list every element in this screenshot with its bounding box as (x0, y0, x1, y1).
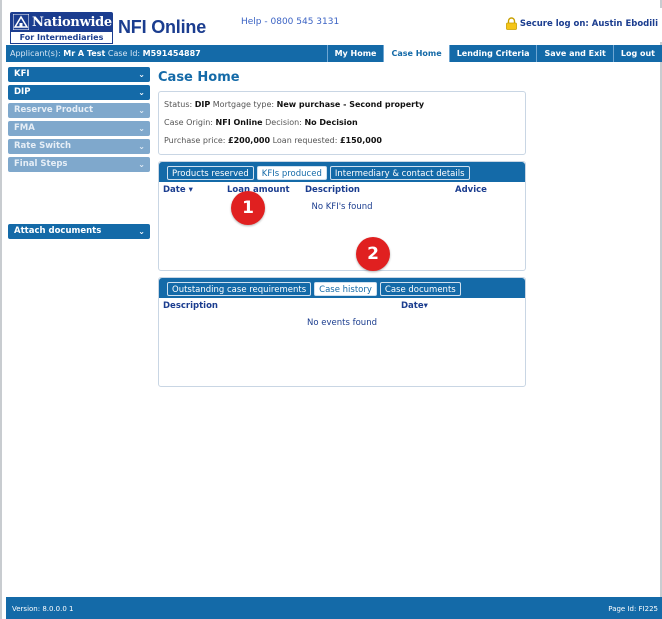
sidebar-item-label: DIP (14, 87, 31, 97)
kfi-panel: Products reserved KFIs produced Intermed… (158, 161, 526, 271)
sidebar-item-dip[interactable]: DIP ⌄ (8, 85, 150, 100)
sidebar-item-label: Final Steps (14, 159, 68, 169)
column-date[interactable]: Date▾ (401, 301, 428, 311)
annotation-marker-1: 1 (231, 191, 265, 225)
sidebar-item-label: KFI (14, 69, 30, 79)
purchase-price-value: £200,000 (228, 136, 271, 145)
nationwide-logo[interactable]: Nationwide For Intermediaries (10, 12, 113, 46)
lock-icon (505, 17, 517, 30)
tab-intermediary-contact-details[interactable]: Intermediary & contact details (329, 166, 470, 180)
status-label: Status: (164, 100, 193, 109)
chevron-down-icon: ⌄ (138, 160, 145, 169)
sidebar-item-label: FMA (14, 123, 35, 133)
mortgage-type-label: Mortgage type: (212, 100, 275, 109)
annotation-marker-2: 2 (356, 237, 390, 271)
tab-products-reserved[interactable]: Products reserved (167, 166, 254, 180)
logo-subtitle: For Intermediaries (10, 32, 113, 44)
version-text: Version: 8.0.0.0 1 (12, 605, 74, 613)
sidebar-item-label: Reserve Product (14, 105, 94, 115)
secure-logon-text: Secure log on: Austin Ebodili (519, 18, 658, 29)
nav-log-out[interactable]: Log out (612, 45, 662, 62)
column-advice[interactable]: Advice (455, 185, 487, 195)
page-title: Case Home (158, 70, 240, 85)
sidebar-item-fma[interactable]: FMA ⌄ (8, 121, 150, 136)
tab-case-history[interactable]: Case history (314, 282, 377, 296)
case-history-panel-tabs: Outstanding case requirements Case histo… (159, 278, 525, 298)
nationwide-house-icon (13, 14, 29, 30)
sidebar: KFI ⌄ DIP ⌄ Reserve Product ⌄ FMA ⌄ Rate… (8, 67, 150, 239)
nav-my-home[interactable]: My Home (326, 45, 384, 62)
chevron-down-icon: ⌄ (138, 227, 145, 236)
sidebar-item-kfi[interactable]: KFI ⌄ (8, 67, 150, 82)
applicant-value: Mr A Test (63, 49, 106, 58)
page-id-text: Page Id: FI225 (608, 605, 658, 613)
loan-requested-label: Loan requested: (272, 136, 338, 145)
header: Nationwide For Intermediaries NFI Online… (6, 8, 662, 44)
column-description[interactable]: Description (305, 185, 360, 195)
tab-case-documents[interactable]: Case documents (379, 282, 461, 296)
case-id-label: Case Id: (107, 49, 141, 58)
case-summary: Status: DIP Mortgage type: New purchase … (158, 91, 526, 155)
sidebar-item-reserve-product[interactable]: Reserve Product ⌄ (8, 103, 150, 118)
status-value: DIP (194, 100, 211, 109)
nav-lending-criteria[interactable]: Lending Criteria (448, 45, 537, 62)
top-navbar: Applicant(s): Mr A Test Case Id: M591454… (6, 45, 662, 62)
sidebar-item-final-steps[interactable]: Final Steps ⌄ (8, 157, 150, 172)
decision-value: No Decision (304, 118, 358, 127)
kfi-empty-message: No KFI's found (311, 202, 373, 212)
chevron-down-icon: ⌄ (138, 88, 145, 97)
sidebar-item-label: Attach documents (14, 226, 102, 236)
footer: Version: 8.0.0.0 1 Page Id: FI225 (6, 597, 662, 619)
case-history-panel: Outstanding case requirements Case histo… (158, 277, 526, 387)
kfi-table-header: Date ▾ Loan amount Description Advice (159, 182, 525, 196)
decision-label: Decision: (265, 118, 302, 127)
tab-outstanding-case-requirements[interactable]: Outstanding case requirements (167, 282, 312, 296)
case-origin-value: NFI Online (215, 118, 263, 127)
main-content: Case Home Status: DIP Mortgage type: New… (158, 70, 526, 387)
case-history-empty-message: No events found (307, 318, 377, 328)
mortgage-type-value: New purchase - Second property (276, 100, 425, 109)
sidebar-item-attach-documents[interactable]: Attach documents ⌄ (8, 224, 150, 239)
applicant-label: Applicant(s): (10, 49, 61, 58)
secure-logon: Secure log on: Austin Ebodili (505, 17, 658, 30)
applicant-info: Applicant(s): Mr A Test Case Id: M591454… (6, 45, 327, 62)
kfi-panel-tabs: Products reserved KFIs produced Intermed… (159, 162, 525, 182)
chevron-down-icon: ⌄ (138, 124, 145, 133)
sidebar-item-label: Rate Switch (14, 141, 72, 151)
column-description[interactable]: Description (163, 301, 218, 311)
case-origin-label: Case Origin: (164, 118, 213, 127)
loan-requested-value: £150,000 (339, 136, 382, 145)
tab-kfis-produced[interactable]: KFIs produced (256, 166, 327, 180)
case-id-value: M591454887 (142, 49, 201, 58)
chevron-down-icon: ⌄ (138, 142, 145, 151)
column-date[interactable]: Date ▾ (163, 185, 193, 195)
logo-name: Nationwide (32, 14, 112, 30)
nav-save-and-exit[interactable]: Save and Exit (536, 45, 612, 62)
sidebar-item-rate-switch[interactable]: Rate Switch ⌄ (8, 139, 150, 154)
purchase-price-label: Purchase price: (164, 136, 226, 145)
nav-case-home[interactable]: Case Home (383, 45, 449, 62)
help-phone: Help - 0800 545 3131 (241, 17, 340, 27)
chevron-down-icon: ⌄ (138, 70, 145, 79)
case-history-table-header: Description Date▾ (159, 298, 525, 312)
chevron-down-icon: ⌄ (138, 106, 145, 115)
app-title: NFI Online (118, 17, 207, 37)
